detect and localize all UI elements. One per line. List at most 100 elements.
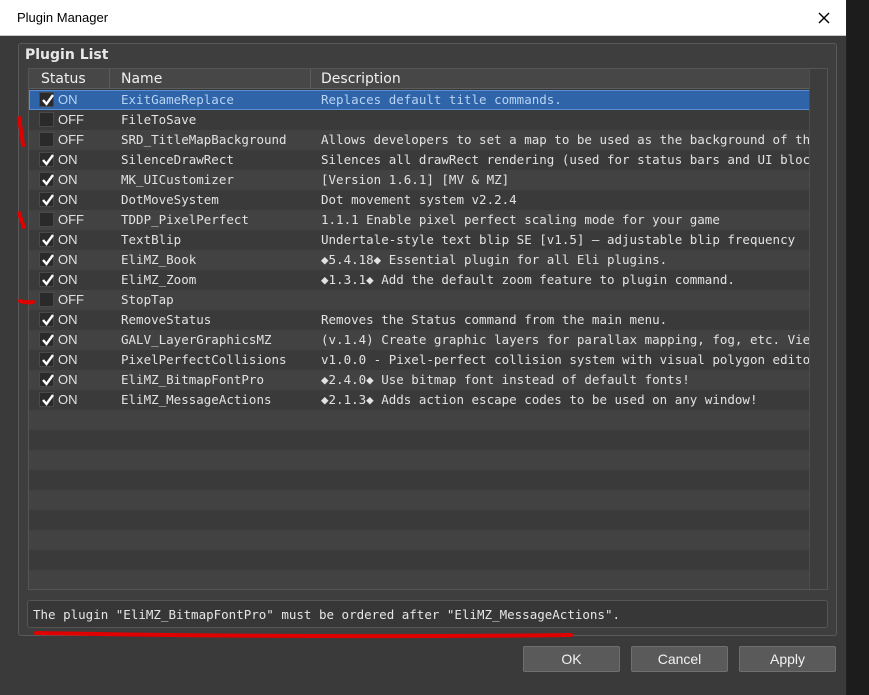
table-row[interactable]: ON TextBlip Undertale-style text blip SE [… — [29, 230, 827, 250]
ok-button[interactable]: OK — [523, 646, 620, 672]
table-header: Status Name Description — [29, 69, 827, 89]
status-checkbox[interactable] — [39, 272, 54, 287]
checkmark-icon — [42, 334, 54, 346]
window-title: Plugin Manager — [17, 10, 109, 25]
table-row[interactable]: ON EliMZ_MessageActions ◆2.1.3◆ Adds actio… — [29, 390, 827, 410]
vertical-scrollbar[interactable] — [809, 69, 827, 589]
empty-table-row — [29, 530, 827, 550]
plugin-name: PixelPerfectCollisions — [121, 352, 287, 367]
status-checkbox[interactable] — [39, 212, 54, 227]
close-button[interactable] — [810, 4, 838, 32]
empty-table-row — [29, 470, 827, 490]
plugin-name: GALV_LayerGraphicsMZ — [121, 332, 272, 347]
plugin-description: ◆1.3.1◆ Add the default zoom feature to … — [321, 272, 735, 287]
status-checkbox[interactable] — [39, 292, 54, 307]
plugin-description: (v.1.4) Create graphic layers for parall… — [321, 332, 811, 347]
close-icon — [818, 12, 830, 24]
plugin-name: EliMZ_MessageActions — [121, 392, 272, 407]
ordering-warning-message: The plugin "EliMZ_BitmapFontPro" must be… — [27, 600, 828, 628]
table-row[interactable]: ON SilenceDrawRect Silences all drawRect r… — [29, 150, 827, 170]
empty-table-row — [29, 410, 827, 430]
plugin-description: ◆5.4.18◆ Essential plugin for all Eli pl… — [321, 252, 668, 267]
status-checkbox[interactable] — [39, 192, 54, 207]
checkmark-icon — [42, 274, 54, 286]
plugin-manager-dialog: Plugin Manager Plugin List Status Name D… — [0, 0, 847, 695]
status-checkbox[interactable] — [39, 312, 54, 327]
checkmark-icon — [42, 94, 54, 106]
plugin-name: MK_UICustomizer — [121, 172, 234, 187]
column-separator — [310, 69, 311, 89]
table-row[interactable]: ON MK_UICustomizer [Version 1.6.1] [MV & M… — [29, 170, 827, 190]
table-row[interactable]: OFF FileToSave — [29, 110, 827, 130]
table-row[interactable]: ON EliMZ_Book ◆5.4.18◆ Essential plugin fo… — [29, 250, 827, 270]
plugin-description: ◆2.1.3◆ Adds action escape codes to be u… — [321, 392, 758, 407]
status-checkbox[interactable] — [39, 92, 54, 107]
status-checkbox[interactable] — [39, 252, 54, 267]
plugin-description: [Version 1.6.1] [MV & MZ] — [321, 172, 510, 187]
checkmark-icon — [42, 394, 54, 406]
status-label: OFF — [58, 212, 84, 227]
table-row[interactable]: OFF StopTap — [29, 290, 827, 310]
status-checkbox[interactable] — [39, 392, 54, 407]
table-row[interactable]: ON PixelPerfectCollisions v1.0.0 - Pixel-p… — [29, 350, 827, 370]
empty-table-row — [29, 550, 827, 570]
plugin-description: Removes the Status command from the main… — [321, 312, 668, 327]
status-checkbox[interactable] — [39, 152, 54, 167]
status-label: ON — [58, 352, 78, 367]
column-header-name[interactable]: Name — [121, 70, 162, 88]
table-row[interactable]: ON DotMoveSystem Dot movement system v2.2.… — [29, 190, 827, 210]
plugin-name: SRD_TitleMapBackground — [121, 132, 287, 147]
status-label: OFF — [58, 292, 84, 307]
status-label: ON — [58, 152, 78, 167]
column-header-description[interactable]: Description — [321, 70, 401, 88]
empty-table-row — [29, 490, 827, 510]
table-row[interactable]: ON EliMZ_Zoom ◆1.3.1◆ Add the default zoom… — [29, 270, 827, 290]
status-label: ON — [58, 372, 78, 387]
checkmark-icon — [42, 314, 54, 326]
title-bar: Plugin Manager — [0, 0, 846, 36]
plugin-name: FileToSave — [121, 112, 197, 127]
table-row[interactable]: ON EliMZ_BitmapFontPro ◆2.4.0◆ Use bitmap … — [29, 370, 827, 390]
checkmark-icon — [42, 254, 54, 266]
plugin-name: DotMoveSystem — [121, 192, 219, 207]
apply-button[interactable]: Apply — [739, 646, 836, 672]
plugin-description: Undertale-style text blip SE [v1.5] — ad… — [321, 232, 796, 247]
status-checkbox[interactable] — [39, 132, 54, 147]
status-checkbox[interactable] — [39, 112, 54, 127]
status-checkbox[interactable] — [39, 352, 54, 367]
empty-table-row — [29, 450, 827, 470]
status-label: OFF — [58, 132, 84, 147]
status-label: ON — [58, 172, 78, 187]
column-header-status[interactable]: Status — [41, 70, 86, 88]
table-body: ON ExitGameReplace Replaces default title … — [29, 90, 827, 589]
table-row[interactable]: ON GALV_LayerGraphicsMZ (v.1.4) Create gra… — [29, 330, 827, 350]
status-checkbox[interactable] — [39, 232, 54, 247]
empty-table-row — [29, 570, 827, 589]
checkmark-icon — [42, 194, 54, 206]
checkmark-icon — [42, 354, 54, 366]
plugin-description: Silences all drawRect rendering (used fo… — [321, 152, 811, 167]
status-label: ON — [58, 272, 78, 287]
table-row[interactable]: ON RemoveStatus Removes the Status command… — [29, 310, 827, 330]
plugin-description: Allows developers to set a map to be use… — [321, 132, 811, 147]
status-checkbox[interactable] — [39, 172, 54, 187]
cancel-button[interactable]: Cancel — [631, 646, 728, 672]
checkmark-icon — [42, 174, 54, 186]
status-label: OFF — [58, 112, 84, 127]
checkmark-icon — [42, 154, 54, 166]
plugin-name: RemoveStatus — [121, 312, 212, 327]
empty-table-row — [29, 430, 827, 450]
table-row[interactable]: OFF TDDP_PixelPerfect 1.1.1 Enable pixel p… — [29, 210, 827, 230]
plugin-name: StopTap — [121, 292, 174, 307]
plugin-name: EliMZ_Book — [121, 252, 197, 267]
status-checkbox[interactable] — [39, 372, 54, 387]
plugin-description: 1.1.1 Enable pixel perfect scaling mode … — [321, 212, 720, 227]
plugin-name: SilenceDrawRect — [121, 152, 234, 167]
status-checkbox[interactable] — [39, 332, 54, 347]
checkmark-icon — [42, 374, 54, 386]
plugin-name: TDDP_PixelPerfect — [121, 212, 249, 227]
checkmark-icon — [42, 234, 54, 246]
table-row[interactable]: ON ExitGameReplace Replaces default title … — [29, 90, 827, 110]
status-label: ON — [58, 192, 78, 207]
table-row[interactable]: OFF SRD_TitleMapBackground Allows develope… — [29, 130, 827, 150]
